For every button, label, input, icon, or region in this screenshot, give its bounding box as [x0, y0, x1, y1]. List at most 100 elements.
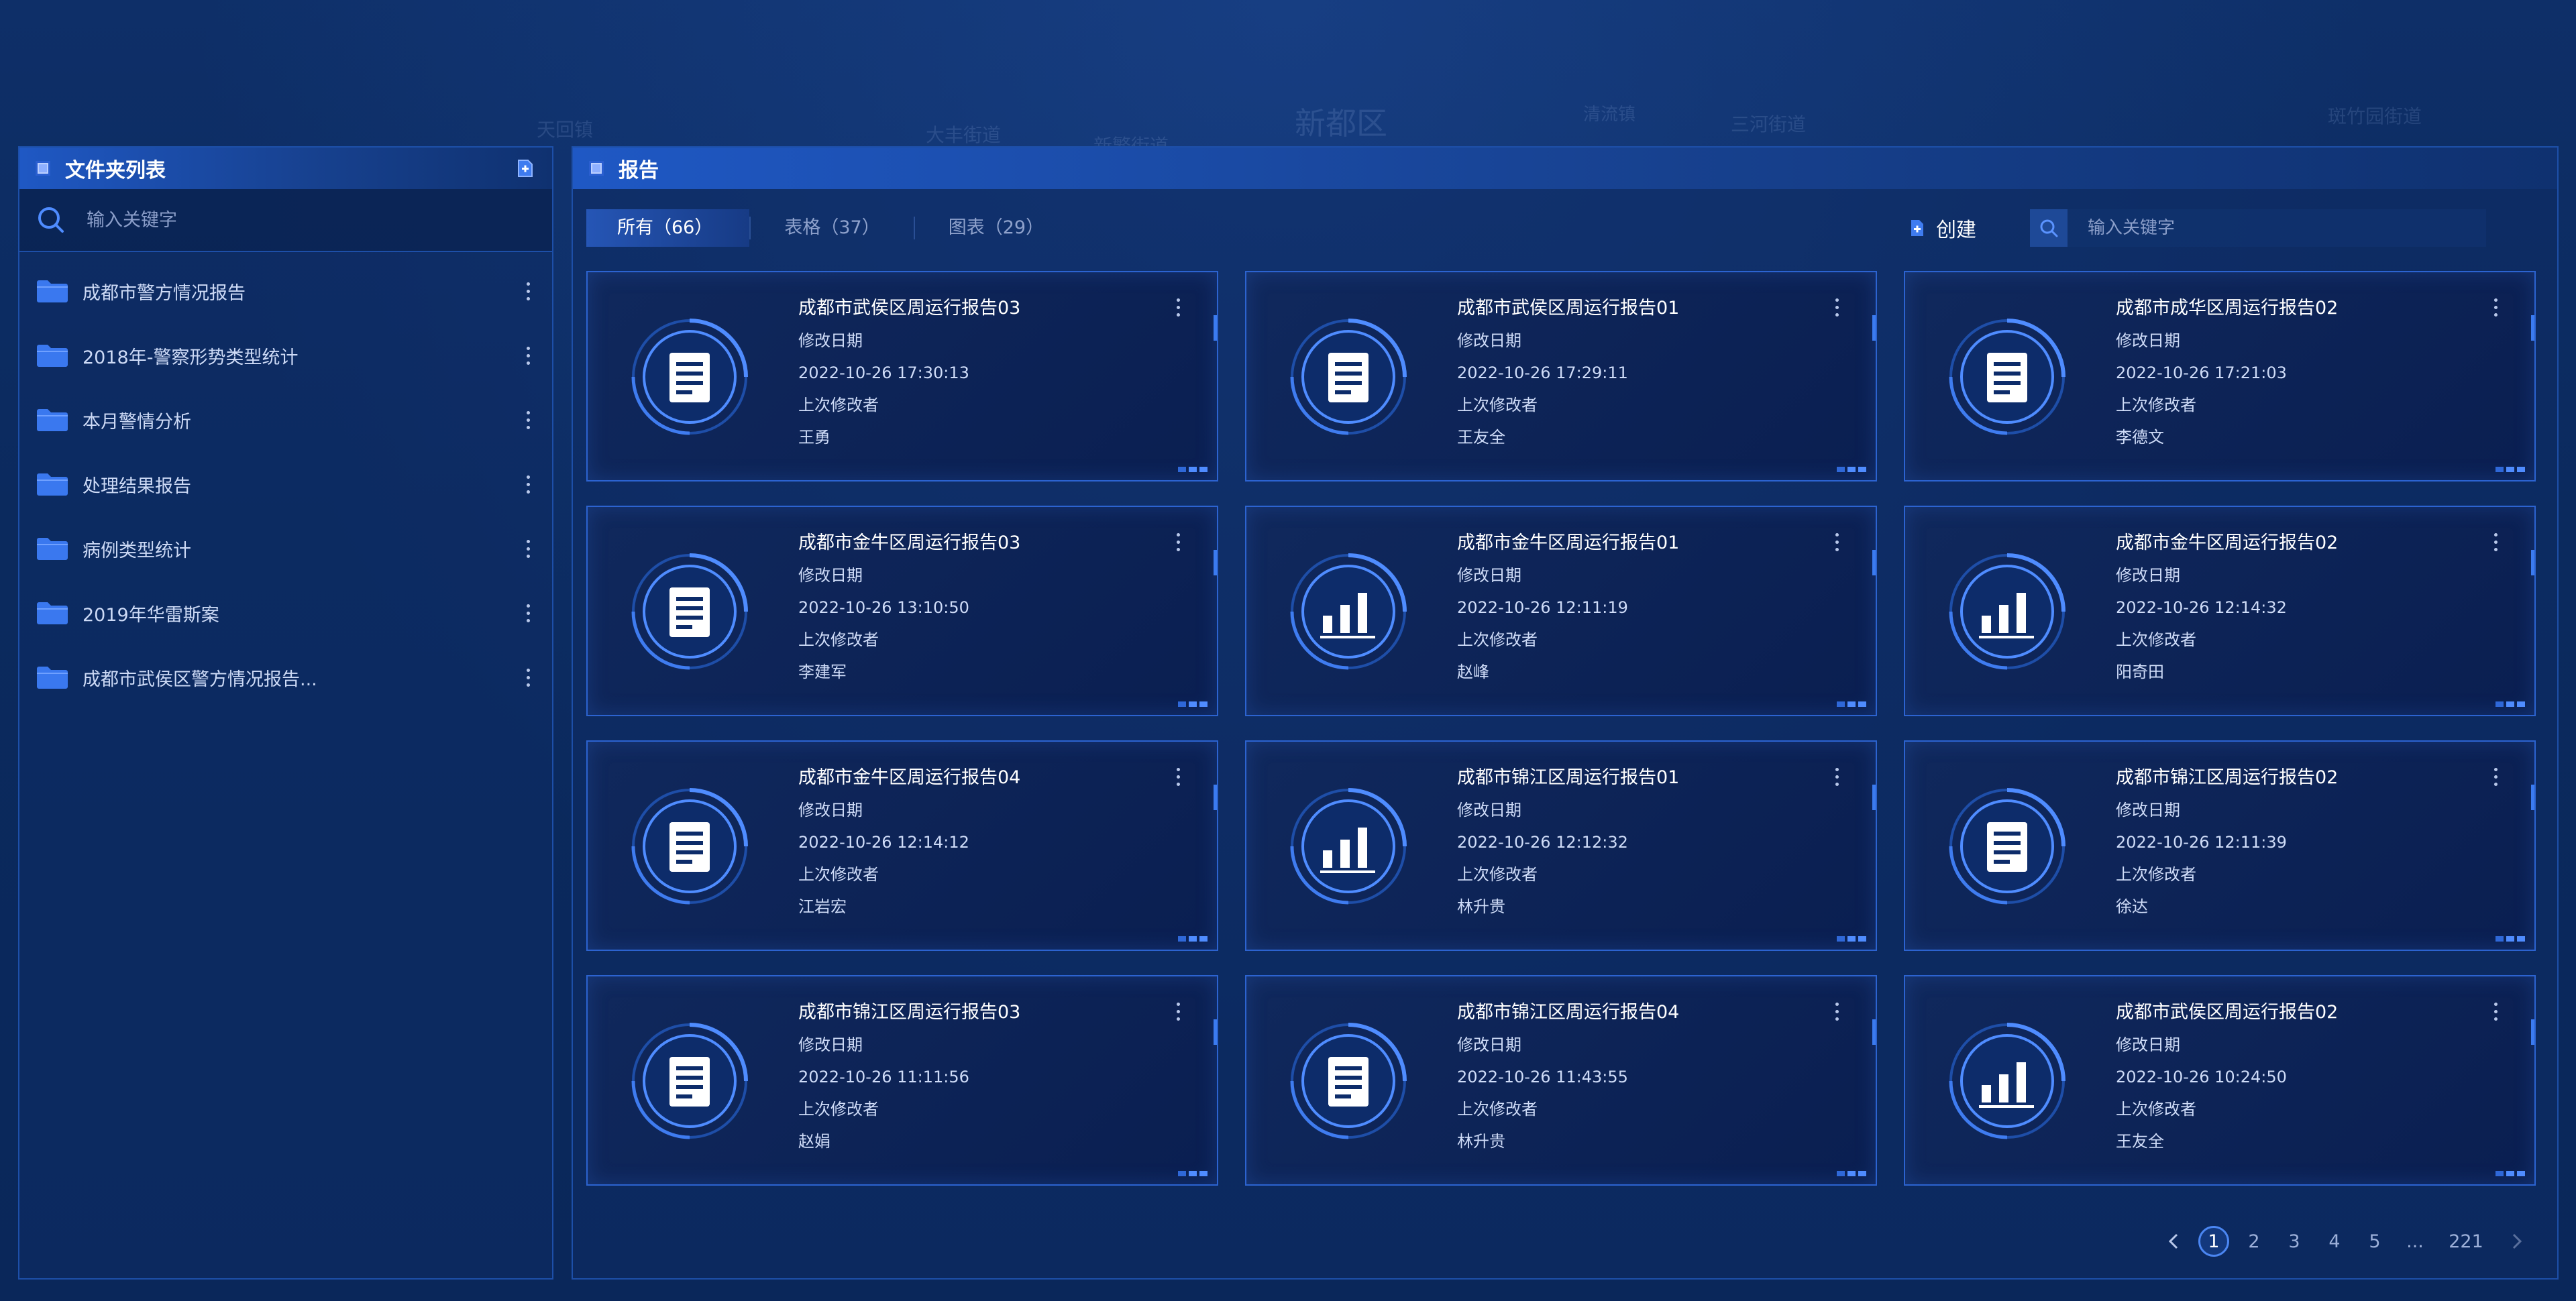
- create-button[interactable]: 创建: [1908, 209, 1976, 247]
- last-modifier-value: 林升贵: [1457, 1132, 1505, 1151]
- card-edge-accent: [1872, 550, 1876, 575]
- more-options-icon[interactable]: [1830, 763, 1843, 790]
- document-icon: [1947, 786, 2068, 907]
- page-button[interactable]: 5: [2355, 1225, 2395, 1258]
- folder-icon: [37, 409, 68, 431]
- more-options-icon[interactable]: [1830, 294, 1843, 321]
- report-card-info: 成都市金牛区周运行报告03 修改日期 2022-10-26 13:10:50 上次修改…: [798, 527, 1020, 688]
- card-edge-accent: [1214, 785, 1217, 810]
- more-options-icon[interactable]: [2489, 998, 2502, 1025]
- last-modifier-label: 上次修改者: [2116, 630, 2196, 649]
- report-card[interactable]: 成都市锦江区周运行报告04 修改日期 2022-10-26 11:43:55 上次修改…: [1245, 975, 1877, 1186]
- map-label: 清流镇: [1583, 105, 1636, 125]
- report-card[interactable]: 成都市锦江区周运行报告01 修改日期 2022-10-26 12:12:32 上次修改…: [1245, 740, 1877, 951]
- folder-item[interactable]: 成都市警方情况报告: [19, 259, 552, 323]
- more-options-icon[interactable]: [2489, 763, 2502, 790]
- folder-item[interactable]: 成都市武侯区警方情况报告...: [19, 645, 552, 710]
- more-options-icon[interactable]: [1171, 763, 1185, 790]
- folder-label: 成都市警方情况报告: [83, 282, 246, 304]
- folder-panel-header: 文件夹列表: [19, 148, 552, 189]
- more-options-icon[interactable]: [521, 664, 535, 691]
- page-button[interactable]: 2: [2234, 1225, 2274, 1258]
- more-options-icon[interactable]: [1171, 294, 1185, 321]
- card-edge-accent: [1214, 550, 1217, 575]
- report-card[interactable]: 成都市武侯区周运行报告02 修改日期 2022-10-26 10:24:50 上次修改…: [1904, 975, 2536, 1186]
- tab-all[interactable]: 所有（66）: [586, 209, 750, 247]
- page-button[interactable]: 3: [2274, 1225, 2314, 1258]
- document-icon: [629, 786, 750, 907]
- report-card[interactable]: 成都市武侯区周运行报告03 修改日期 2022-10-26 17:30:13 上次修改…: [586, 271, 1218, 482]
- report-card[interactable]: 成都市成华区周运行报告02 修改日期 2022-10-26 17:21:03 上次修改…: [1904, 271, 2536, 482]
- next-page-icon[interactable]: [2497, 1225, 2537, 1258]
- last-modifier-value: 李建军: [798, 663, 847, 681]
- card-corner-decoration: [2496, 1171, 2525, 1176]
- report-title: 成都市锦江区周运行报告03: [798, 1002, 1021, 1023]
- last-modifier-label: 上次修改者: [798, 865, 879, 884]
- document-icon: [629, 1021, 750, 1141]
- tab-tables[interactable]: 表格（37）: [751, 209, 913, 247]
- report-card-info: 成都市金牛区周运行报告02 修改日期 2022-10-26 12:14:32 上次修改…: [2116, 527, 2338, 688]
- search-icon[interactable]: [36, 205, 66, 235]
- folder-item[interactable]: 处理结果报告: [19, 452, 552, 516]
- more-options-icon[interactable]: [521, 600, 535, 626]
- more-options-icon[interactable]: [521, 278, 535, 304]
- folder-label: 2019年华雷斯案: [83, 604, 219, 626]
- folder-item[interactable]: 本月警情分析: [19, 388, 552, 452]
- card-edge-accent: [1872, 785, 1876, 810]
- modified-date-label: 修改日期: [1457, 331, 1521, 350]
- page-ellipsis: ...: [2406, 1231, 2424, 1252]
- panel-square-icon: [589, 161, 604, 176]
- card-corner-decoration: [2496, 701, 2525, 707]
- report-card[interactable]: 成都市金牛区周运行报告02 修改日期 2022-10-26 12:14:32 上次修改…: [1904, 506, 2536, 716]
- folder-label: 本月警情分析: [83, 411, 191, 433]
- more-options-icon[interactable]: [1171, 528, 1185, 555]
- modified-date-value: 2022-10-26 11:11:56: [798, 1068, 969, 1086]
- search-icon[interactable]: [2030, 209, 2068, 247]
- report-title: 成都市金牛区周运行报告01: [1457, 532, 1680, 553]
- last-modifier-value: 王友全: [2116, 1132, 2164, 1151]
- last-modifier-label: 上次修改者: [1457, 865, 1538, 884]
- report-card[interactable]: 成都市武侯区周运行报告01 修改日期 2022-10-26 17:29:11 上次修改…: [1245, 271, 1877, 482]
- folder-item[interactable]: 2019年华雷斯案: [19, 581, 552, 645]
- report-card[interactable]: 成都市金牛区周运行报告04 修改日期 2022-10-26 12:14:12 上次修改…: [586, 740, 1218, 951]
- report-card[interactable]: 成都市锦江区周运行报告02 修改日期 2022-10-26 12:11:39 上次修改…: [1904, 740, 2536, 951]
- add-folder-icon[interactable]: [515, 158, 536, 179]
- more-options-icon[interactable]: [521, 535, 535, 562]
- page-button[interactable]: 1: [2194, 1225, 2234, 1258]
- more-options-icon[interactable]: [1171, 998, 1185, 1025]
- last-modifier-label: 上次修改者: [1457, 630, 1538, 649]
- folder-icon: [37, 280, 68, 302]
- report-card-info: 成都市锦江区周运行报告03 修改日期 2022-10-26 11:11:56 上次修改…: [798, 997, 1020, 1157]
- more-options-icon[interactable]: [521, 471, 535, 498]
- folder-search-input[interactable]: [87, 209, 502, 231]
- folder-item[interactable]: 2018年-警察形势类型统计: [19, 323, 552, 388]
- modified-date-label: 修改日期: [798, 1035, 863, 1054]
- card-edge-accent: [2531, 785, 2534, 810]
- modified-date-value: 2022-10-26 12:11:39: [2116, 833, 2287, 852]
- page-button[interactable]: 221: [2435, 1225, 2497, 1258]
- page-button[interactable]: 4: [2314, 1225, 2355, 1258]
- more-options-icon[interactable]: [521, 406, 535, 433]
- folder-icon: [37, 667, 68, 689]
- last-modifier-label: 上次修改者: [2116, 396, 2196, 414]
- prev-page-icon[interactable]: [2153, 1225, 2194, 1258]
- report-card[interactable]: 成都市金牛区周运行报告03 修改日期 2022-10-26 13:10:50 上次修改…: [586, 506, 1218, 716]
- document-icon: [629, 551, 750, 672]
- last-modifier-label: 上次修改者: [1457, 396, 1538, 414]
- more-options-icon[interactable]: [521, 342, 535, 369]
- tab-charts[interactable]: 图表（29）: [915, 209, 1077, 247]
- more-options-icon[interactable]: [1830, 998, 1843, 1025]
- map-label: 三河街道: [1731, 113, 1807, 135]
- more-options-icon[interactable]: [2489, 294, 2502, 321]
- report-search-input[interactable]: [2088, 218, 2463, 238]
- card-edge-accent: [2531, 1019, 2534, 1045]
- more-options-icon[interactable]: [2489, 528, 2502, 555]
- more-options-icon[interactable]: [1830, 528, 1843, 555]
- report-card[interactable]: 成都市金牛区周运行报告01 修改日期 2022-10-26 12:11:19 上次修改…: [1245, 506, 1877, 716]
- report-card-info: 成都市成华区周运行报告02 修改日期 2022-10-26 17:21:03 上次修改…: [2116, 292, 2338, 453]
- folder-item[interactable]: 病例类型统计: [19, 516, 552, 581]
- report-title: 成都市锦江区周运行报告01: [1457, 767, 1680, 788]
- report-card-info: 成都市金牛区周运行报告04 修改日期 2022-10-26 12:14:12 上次修改…: [798, 762, 1020, 923]
- report-card[interactable]: 成都市锦江区周运行报告03 修改日期 2022-10-26 11:11:56 上次修改…: [586, 975, 1218, 1186]
- folder-list-panel: 文件夹列表 成都市警方情况报告 2018年-警察形势类型统计: [18, 146, 553, 1280]
